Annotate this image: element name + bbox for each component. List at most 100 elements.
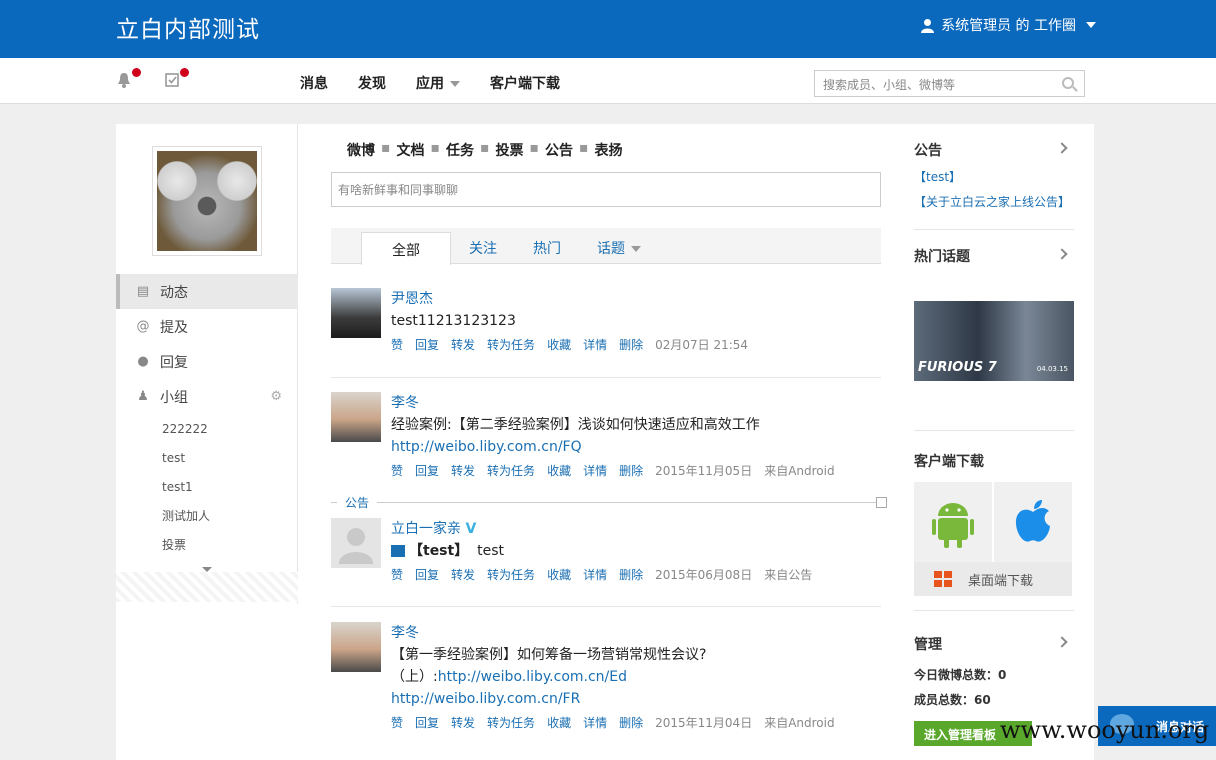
post-author[interactable]: 尹恩杰: [391, 288, 433, 308]
publish-tab-task[interactable]: 任务: [446, 140, 474, 160]
post-avatar[interactable]: [331, 622, 381, 672]
favorite-action[interactable]: 收藏: [547, 714, 571, 731]
delete-action[interactable]: 删除: [619, 462, 643, 479]
to-task-action[interactable]: 转为任务: [487, 462, 535, 479]
reply-action[interactable]: 回复: [415, 336, 439, 353]
post-text: test11213123123: [391, 313, 516, 329]
group-item[interactable]: test: [116, 443, 298, 472]
notice-link[interactable]: 【test】: [914, 168, 1074, 185]
nav-bar: 消息 发现 应用 客户端下载 搜索成员、小组、微博等: [0, 58, 1216, 104]
default-avatar-icon[interactable]: [331, 518, 381, 568]
nav-apps[interactable]: 应用: [416, 73, 460, 93]
group-item[interactable]: 测试加人: [116, 501, 298, 530]
task-icon[interactable]: [165, 68, 189, 90]
detail-action[interactable]: 详情: [583, 714, 607, 731]
favorite-action[interactable]: 收藏: [547, 462, 571, 479]
post-text-line: 【第一季经验案例】如何筹备一场营销常规性会议?: [391, 647, 707, 663]
feed-tabs: 全部 关注 热门 话题: [331, 228, 881, 265]
collapse-icon[interactable]: [876, 497, 887, 508]
hot-topics-title[interactable]: 热门话题: [914, 246, 1074, 266]
favorite-action[interactable]: 收藏: [547, 566, 571, 583]
sidebar-item-feed[interactable]: ▤ 动态: [116, 274, 298, 309]
tab-all[interactable]: 全部: [361, 232, 451, 265]
ios-download-button[interactable]: [994, 482, 1072, 562]
sidebar-item-mentions[interactable]: @ 提及: [116, 309, 298, 344]
divider: [914, 610, 1074, 611]
post-link[interactable]: http://weibo.liby.com.cn/Ed: [438, 669, 627, 685]
to-task-action[interactable]: 转为任务: [487, 336, 535, 353]
reply-action[interactable]: 回复: [415, 566, 439, 583]
forward-action[interactable]: 转发: [451, 714, 475, 731]
notice-title[interactable]: 公告: [914, 140, 1074, 160]
search-placeholder: 搜索成员、小组、微博等: [823, 78, 956, 92]
to-task-action[interactable]: 转为任务: [487, 714, 535, 731]
group-item[interactable]: 222222: [116, 414, 298, 443]
publish-tab-doc[interactable]: 文档: [397, 140, 425, 160]
post-link[interactable]: http://weibo.liby.com.cn/FR: [391, 691, 580, 707]
post-link[interactable]: http://weibo.liby.com.cn/FQ: [391, 439, 582, 455]
nav-discover[interactable]: 发现: [358, 73, 386, 93]
publish-tab-praise[interactable]: 表扬: [595, 140, 623, 160]
post-avatar[interactable]: [331, 288, 381, 338]
publish-tab-notice[interactable]: 公告: [545, 140, 573, 160]
reply-action[interactable]: 回复: [415, 462, 439, 479]
like-action[interactable]: 赞: [391, 566, 403, 583]
delete-action[interactable]: 删除: [619, 566, 643, 583]
hot-topic-banner[interactable]: FURIOUS 7 04.03.15: [914, 301, 1074, 381]
nav-client-download[interactable]: 客户端下载: [490, 73, 560, 93]
apple-icon: [1015, 500, 1050, 542]
sidebar-item-replies[interactable]: ● 回复: [116, 344, 298, 379]
post-author[interactable]: 立白一家亲 V: [391, 518, 476, 538]
delete-action[interactable]: 删除: [619, 714, 643, 731]
download-title: 客户端下载: [914, 454, 984, 470]
forward-action[interactable]: 转发: [451, 336, 475, 353]
group-item[interactable]: test1: [116, 472, 298, 501]
detail-action[interactable]: 详情: [583, 462, 607, 479]
delete-action[interactable]: 删除: [619, 336, 643, 353]
nav-messages[interactable]: 消息: [300, 73, 328, 93]
publish-input[interactable]: 有啥新鲜事和同事聊聊: [331, 172, 881, 207]
sidebar-item-groups[interactable]: ♟ 小组 ⚙: [116, 379, 298, 414]
tab-hot[interactable]: 热门: [533, 238, 561, 258]
post-avatar[interactable]: [331, 392, 381, 442]
like-action[interactable]: 赞: [391, 462, 403, 479]
nav-apps-label: 应用: [416, 76, 444, 92]
post-time: 2015年06月08日: [655, 568, 753, 582]
detail-action[interactable]: 详情: [583, 336, 607, 353]
post-actions: 赞 回复 转发 转为任务 收藏 详情 删除 2015年11月05日 来自Andr…: [391, 462, 835, 479]
forward-action[interactable]: 转发: [451, 462, 475, 479]
group-item[interactable]: 投票: [116, 530, 298, 559]
user-menu[interactable]: 系统管理员 的 工作圈: [920, 15, 1096, 35]
sidebar-item-label: 动态: [160, 284, 188, 301]
chart-icon: ▤: [136, 283, 150, 299]
reply-action[interactable]: 回复: [415, 714, 439, 731]
post-time: 02月07日 21:54: [655, 338, 749, 352]
tab-topics[interactable]: 话题: [597, 238, 641, 258]
desktop-download-button[interactable]: 桌面端下载: [914, 562, 1072, 596]
android-download-button[interactable]: [914, 482, 992, 562]
publish-tab-vote[interactable]: 投票: [496, 140, 524, 160]
admin-title[interactable]: 管理: [914, 634, 1074, 654]
notice-link[interactable]: 【关于立白云之家上线公告】: [914, 193, 1074, 210]
post-author[interactable]: 李冬: [391, 622, 419, 642]
gear-icon[interactable]: ⚙: [270, 389, 282, 404]
publish-tab-weibo[interactable]: 微博: [347, 140, 375, 160]
bell-icon[interactable]: [117, 68, 141, 90]
tab-topics-label: 话题: [597, 241, 625, 257]
like-action[interactable]: 赞: [391, 336, 403, 353]
separator: ▪: [529, 140, 540, 156]
group-icon: ♟: [137, 388, 149, 404]
avatar[interactable]: [152, 146, 262, 256]
search-icon[interactable]: [1062, 77, 1074, 89]
search-input[interactable]: 搜索成员、小组、微博等: [814, 70, 1085, 97]
expand-more-icon[interactable]: [202, 567, 212, 572]
detail-action[interactable]: 详情: [583, 566, 607, 583]
like-action[interactable]: 赞: [391, 714, 403, 731]
to-task-action[interactable]: 转为任务: [487, 566, 535, 583]
favorite-action[interactable]: 收藏: [547, 336, 571, 353]
separator: ▪: [381, 140, 391, 156]
post-author[interactable]: 李冬: [391, 392, 419, 412]
tab-following[interactable]: 关注: [469, 238, 497, 258]
verified-icon: V: [465, 521, 477, 537]
forward-action[interactable]: 转发: [451, 566, 475, 583]
